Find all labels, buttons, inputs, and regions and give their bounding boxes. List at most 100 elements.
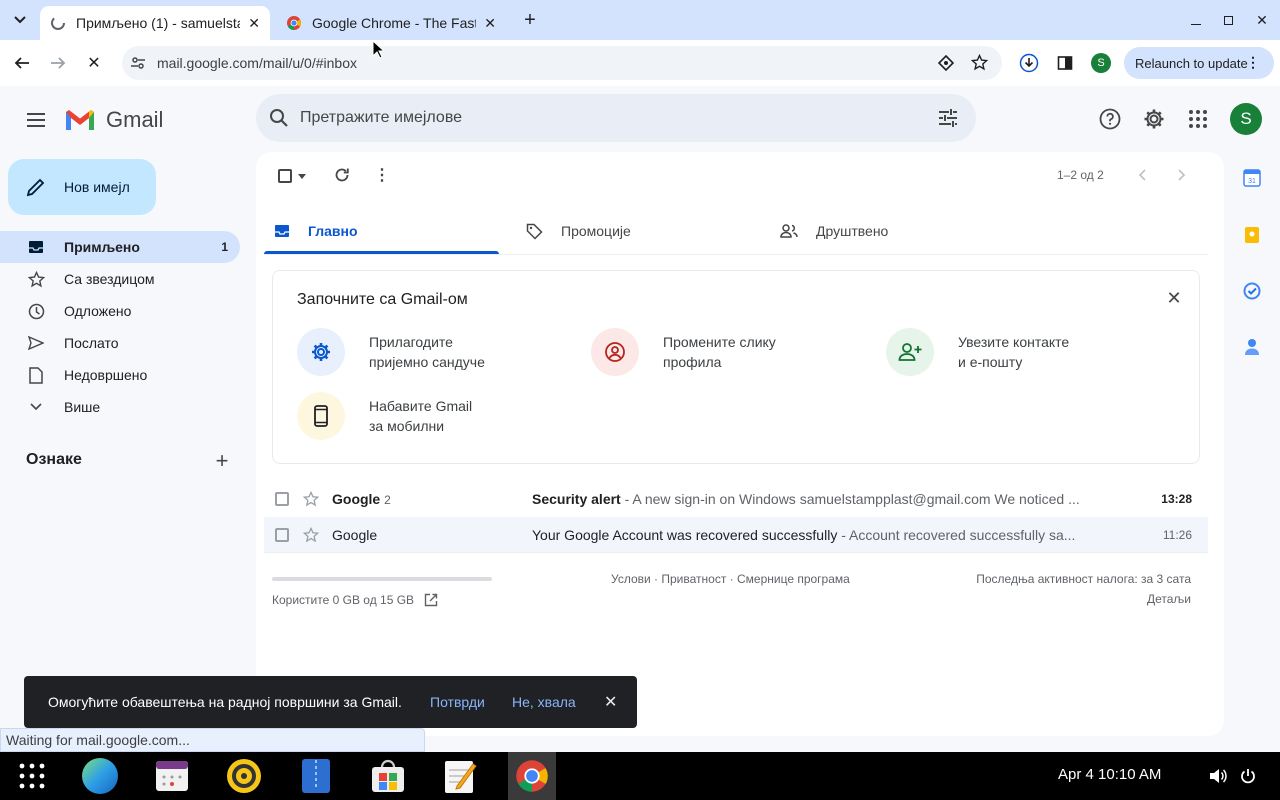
help-icon [1099, 108, 1121, 130]
change-photo-item[interactable]: Промените слику профила [591, 328, 803, 376]
google-apps-button[interactable] [1186, 107, 1210, 131]
volume-icon[interactable] [1208, 766, 1228, 786]
getting-started-card: Започните са Gmail-ом ✕ Прилагодите прије… [272, 270, 1200, 464]
system-clock[interactable]: Apr 4 10:10 AM [1058, 766, 1161, 783]
nav-item-snoozed[interactable]: Одложено [0, 295, 240, 327]
browser-tab-chrome[interactable]: Google Chrome - The Fast & Secure Web Br… [276, 6, 506, 40]
close-tab-icon[interactable]: ✕ [484, 15, 496, 32]
chevron-right-icon [1178, 169, 1186, 181]
forward-button[interactable] [46, 51, 70, 75]
close-tab-icon[interactable]: ✕ [248, 15, 260, 32]
create-label-button[interactable]: + [210, 448, 234, 473]
row-checkbox[interactable] [275, 528, 289, 542]
item-line: Увезите контакте [958, 334, 1070, 350]
refresh-button[interactable] [330, 163, 354, 187]
nav-item-label: Примљено [64, 239, 140, 255]
relaunch-label: Relaunch to update [1135, 55, 1248, 71]
chrome-app-icon[interactable] [508, 752, 556, 800]
row-checkbox[interactable] [275, 492, 289, 506]
text-editor-app-icon[interactable] [440, 756, 480, 796]
nav-item-label: Са звездицом [64, 271, 155, 287]
music-app-icon[interactable] [224, 756, 264, 796]
dismiss-notifications-button[interactable]: Не, хвала [512, 694, 576, 710]
item-line: пријемно сандуче [369, 354, 485, 370]
nav-item-inbox[interactable]: Примљено 1 [0, 231, 240, 263]
item-line: и е-пошту [958, 354, 1023, 370]
close-window-button[interactable]: ✕ [1252, 10, 1272, 30]
settings-button[interactable] [1142, 107, 1166, 131]
select-all-checkbox[interactable] [274, 167, 310, 185]
inbox-icon [27, 238, 45, 256]
minimize-button[interactable] [1186, 10, 1206, 30]
import-contacts-item[interactable]: Увезите контакте и е-пошту [886, 328, 1098, 376]
nav-item-starred[interactable]: Са звездицом [0, 263, 240, 295]
site-settings-icon[interactable] [130, 55, 146, 71]
table-row[interactable]: Google Your Google Account was recovered… [264, 517, 1208, 553]
get-mobile-item[interactable]: Набавите Gmail за мобилни [297, 392, 509, 440]
tab-primary[interactable]: Главно [264, 208, 499, 254]
support-button[interactable] [1098, 107, 1122, 131]
nav-item-more[interactable]: Више [0, 391, 240, 423]
table-row[interactable]: Google 2 Security alert - A new sign-in … [264, 481, 1208, 517]
tab-label: Главно [308, 223, 358, 239]
close-icon[interactable]: ✕ [604, 692, 617, 712]
account-avatar[interactable]: S [1230, 103, 1262, 135]
more-options-button[interactable]: ⋮ [370, 163, 394, 187]
compose-label: Нов имејл [64, 179, 130, 195]
downloads-button[interactable] [1017, 51, 1041, 75]
nav-item-sent[interactable]: Послато [0, 327, 240, 359]
gmail-m-icon [66, 110, 94, 130]
launcher-icon[interactable] [12, 756, 52, 796]
details-link[interactable]: Детаљи [1091, 592, 1191, 606]
keep-icon[interactable] [1240, 223, 1264, 247]
confirm-notifications-button[interactable]: Потврди [430, 694, 485, 710]
search-icon[interactable] [269, 108, 289, 128]
lens-icon[interactable] [938, 55, 954, 71]
tab-promotions[interactable]: Промоције [526, 208, 756, 254]
stop-loading-button[interactable]: ✕ [82, 51, 106, 75]
arrow-left-icon [14, 57, 29, 69]
nav-item-label: Више [64, 399, 101, 415]
older-button[interactable] [1172, 164, 1192, 186]
tab-social[interactable]: Друштвено [780, 208, 1010, 254]
search-options-icon[interactable] [938, 108, 958, 128]
search-bar[interactable] [256, 94, 976, 142]
compose-button[interactable]: Нов имејл [8, 159, 156, 215]
star-icon[interactable] [303, 527, 319, 543]
browser-tab-gmail[interactable]: Примљено (1) - samuelstampplast@gmail.co… [40, 6, 270, 40]
software-store-app-icon[interactable] [368, 756, 408, 796]
contacts-icon[interactable] [1240, 335, 1264, 359]
newer-button[interactable] [1132, 164, 1152, 186]
gmail-logo[interactable]: Gmail [64, 104, 174, 136]
inbox-icon [275, 225, 289, 237]
restore-button[interactable] [1218, 10, 1238, 30]
calendar-icon[interactable]: 31 [1240, 166, 1264, 190]
tasks-icon[interactable] [1240, 279, 1264, 303]
email-time: 11:26 [1162, 528, 1192, 542]
close-card-button[interactable]: ✕ [1163, 287, 1185, 309]
archive-app-icon[interactable] [296, 756, 336, 796]
relaunch-button[interactable]: Relaunch to update ⋮ [1124, 47, 1274, 79]
address-bar[interactable]: mail.google.com/mail/u/0/#inbox [122, 46, 1002, 80]
item-line: Набавите Gmail [369, 398, 473, 414]
profile-button[interactable]: S [1091, 53, 1111, 73]
footer-links[interactable]: Услови · Приватност · Смернице програма [611, 572, 850, 586]
nav-item-drafts[interactable]: Недовршено [0, 359, 240, 391]
tab-search-button[interactable] [8, 8, 32, 32]
side-panel-button[interactable] [1053, 51, 1077, 75]
back-button[interactable] [10, 51, 34, 75]
search-input[interactable] [300, 106, 900, 130]
web-browser-app-icon[interactable] [80, 756, 120, 796]
main-menu-button[interactable] [22, 106, 50, 134]
customize-inbox-item[interactable]: Прилагодите пријемно сандуче [297, 328, 509, 376]
star-icon[interactable] [303, 491, 319, 507]
power-icon[interactable] [1238, 766, 1258, 786]
calendar-app-icon[interactable] [152, 756, 192, 796]
draft-icon [27, 366, 45, 384]
new-tab-button[interactable]: + [518, 8, 542, 32]
bookmark-star-icon[interactable] [971, 54, 988, 71]
status-bubble: Waiting for mail.google.com... [0, 728, 425, 752]
row-divider [264, 552, 1208, 553]
open-external-icon[interactable] [424, 593, 438, 607]
mouse-cursor-icon [372, 40, 384, 59]
